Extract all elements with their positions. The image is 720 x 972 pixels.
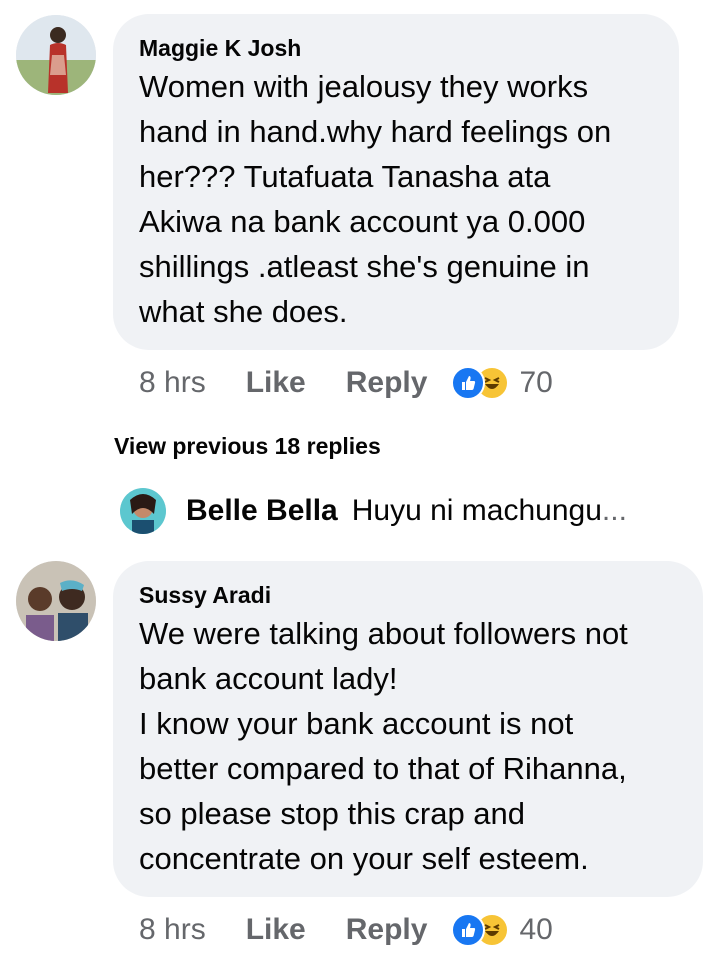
reply-author[interactable]: Belle Bella (186, 494, 338, 528)
reply-text: Huyu ni machungu... (352, 494, 627, 528)
view-previous-replies-link[interactable]: View previous 18 replies (114, 433, 381, 460)
reply-text-body: Huyu ni machungu (351, 494, 602, 527)
comment-timestamp[interactable]: 8 hrs (139, 913, 206, 947)
comment-actions: 8 hrs Like Reply 40 (139, 913, 553, 947)
comment-author[interactable]: Sussy Aradi (139, 581, 679, 609)
reply-button[interactable]: Reply (346, 913, 428, 947)
like-button[interactable]: Like (246, 366, 306, 400)
comment-text: Women with jealousy they works hand in h… (139, 69, 612, 329)
reply-button[interactable]: Reply (346, 366, 428, 400)
reply-preview[interactable]: Belle Bella Huyu ni machungu... (120, 488, 627, 534)
avatar[interactable] (16, 15, 96, 95)
avatar-photo-belle (120, 488, 166, 534)
comment-bubble[interactable]: Sussy Aradi We were talking about follow… (113, 561, 703, 897)
reply-ellipsis: ... (601, 494, 627, 527)
avatar-photo-sussy (16, 561, 96, 641)
comment-bubble[interactable]: Maggie K Josh Women with jealousy they w… (113, 14, 679, 350)
avatar[interactable] (16, 561, 96, 641)
reaction-count[interactable]: 40 (519, 913, 552, 947)
comment-timestamp[interactable]: 8 hrs (139, 366, 206, 400)
comment-actions: 8 hrs Like Reply 70 (139, 366, 553, 400)
avatar-photo-maggie (16, 15, 96, 95)
reactions-summary[interactable]: 70 (451, 366, 553, 400)
like-button[interactable]: Like (246, 913, 306, 947)
avatar[interactable] (120, 488, 166, 534)
reactions-summary[interactable]: 40 (451, 913, 553, 947)
comment-author[interactable]: Maggie K Josh (139, 34, 655, 62)
comment-text: We were talking about followers not bank… (139, 616, 628, 876)
reaction-count[interactable]: 70 (519, 366, 552, 400)
